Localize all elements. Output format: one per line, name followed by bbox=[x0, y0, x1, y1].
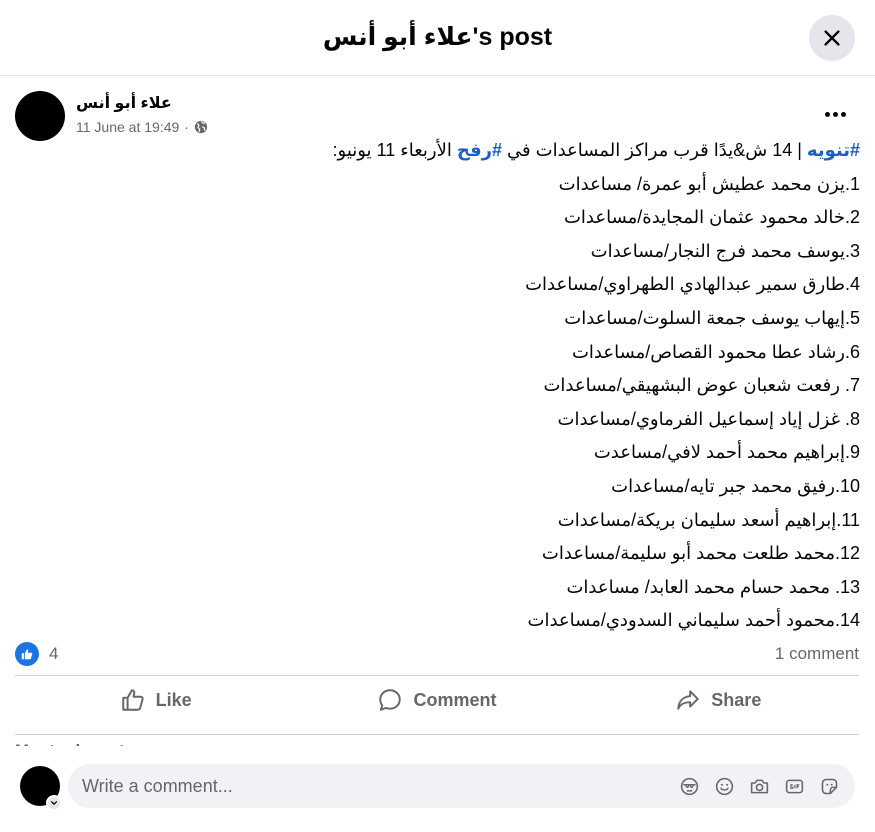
hashtag-link[interactable]: #رفح bbox=[457, 140, 502, 160]
comment-count-link[interactable]: 1 comment bbox=[775, 644, 859, 664]
post-line: 7. رفعت شعبان عوض البشهيقي/مساعدات bbox=[543, 375, 860, 396]
like-reaction-icon bbox=[15, 642, 39, 666]
post-line: 6.رشاد عطا محمود القصاص/مساعدات bbox=[571, 341, 860, 362]
profile-switch-button[interactable] bbox=[46, 795, 62, 811]
post-line: 3.يوسف محمد فرج النجار/مساعدات bbox=[590, 240, 860, 261]
share-arrow-icon bbox=[677, 690, 700, 710]
chevron-down-icon bbox=[50, 801, 58, 806]
meta-separator: · bbox=[184, 119, 189, 135]
post-intro-line: #تنويه | 14 ش&يدًا قرب مراكز المساعدات ف… bbox=[15, 134, 860, 168]
share-label: Share bbox=[711, 689, 762, 710]
reactions-summary[interactable]: 4 bbox=[15, 642, 58, 666]
post-line: 1.يزن محمد عطيش أبو عمرة/ مساعدات bbox=[558, 173, 860, 194]
hashtag-link[interactable]: #تنويه bbox=[807, 140, 860, 160]
post-meta: 11 June at 19:49 · bbox=[76, 119, 208, 135]
comment-button[interactable]: Comment bbox=[296, 676, 577, 724]
comment-composer bbox=[68, 764, 855, 808]
like-button[interactable]: Like bbox=[15, 676, 296, 724]
comment-label: Comment bbox=[413, 689, 497, 710]
avatar-sticker-icon bbox=[680, 777, 699, 795]
post-text: #تنويه | 14 ش&يدًا قرب مراكز المساعدات ف… bbox=[15, 134, 860, 638]
post-line: 12.محمد طلعت محمد أبو سليمة/مساعدات bbox=[541, 543, 860, 564]
thumbs-up-icon bbox=[121, 689, 144, 711]
post-line: 13. محمد حسام محمد العابد/ مساعدات bbox=[566, 576, 860, 597]
more-dot-icon bbox=[832, 111, 838, 117]
dialog-header: علاء أبو أنس's post bbox=[0, 0, 875, 76]
more-dot-icon bbox=[840, 111, 846, 117]
post-intro-text: | 14 ش&يدًا قرب مراكز المساعدات في bbox=[502, 140, 807, 160]
emoji-icon bbox=[715, 777, 734, 795]
post-timestamp[interactable]: 11 June at 19:49 bbox=[76, 119, 179, 135]
divider bbox=[15, 734, 859, 735]
close-icon bbox=[824, 30, 840, 46]
post-line: 4.طارق سمير عبدالهادي الطهراوي/مساعدات bbox=[525, 274, 860, 295]
post-dialog: علاء أبو أنس's post علاء أبو أنس 11 June… bbox=[0, 0, 875, 832]
post-line: 2.خالد محمود عثمان المجايدة/مساعدات bbox=[563, 207, 860, 228]
gif-icon bbox=[785, 779, 804, 793]
author-name[interactable]: علاء أبو أنس bbox=[76, 93, 172, 113]
camera-button[interactable] bbox=[748, 775, 771, 798]
comment-input[interactable] bbox=[82, 775, 678, 797]
comments-sort-label[interactable]: Most relevant bbox=[15, 736, 215, 746]
dialog-title: علاء أبو أنس's post bbox=[322, 23, 553, 51]
sticker-icon bbox=[821, 778, 838, 794]
emoji-button[interactable] bbox=[713, 775, 736, 798]
post-line: 11.إبراهيم أسعد سليمان بريكة/مساعدات bbox=[557, 509, 860, 530]
avatar-sticker-button[interactable] bbox=[678, 775, 701, 798]
gif-button[interactable] bbox=[783, 775, 806, 798]
post-line: 14.محمود أحمد سليماني السدودي/مساعدات bbox=[527, 610, 860, 631]
like-label: Like bbox=[155, 689, 192, 710]
share-button[interactable]: Share bbox=[578, 676, 859, 724]
post-intro-text: الأربعاء 11 يونيو: bbox=[332, 140, 457, 160]
reaction-count: 4 bbox=[49, 644, 59, 663]
composer-toolbar bbox=[678, 775, 841, 798]
action-bar: Like Comment Share bbox=[15, 676, 859, 724]
comment-bubble-icon bbox=[379, 689, 402, 711]
post-line: 10.رفيق محمد جبر تايه/مساعدات bbox=[611, 475, 860, 496]
post-line: 5.إيهاب يوسف جمعة السلوت/مساعدات bbox=[564, 307, 860, 328]
more-dot-icon bbox=[824, 111, 830, 117]
post-line: 9.إبراهيم محمد أحمد لافي/مساعدت bbox=[593, 442, 860, 463]
close-button[interactable] bbox=[809, 15, 855, 61]
more-options-button[interactable] bbox=[817, 100, 853, 128]
sticker-button[interactable] bbox=[818, 775, 841, 798]
globe-icon[interactable] bbox=[194, 120, 208, 134]
post-line: 8. غزل إياد إسماعيل الفرماوي/مساعدات bbox=[557, 408, 860, 429]
camera-icon bbox=[750, 779, 769, 793]
